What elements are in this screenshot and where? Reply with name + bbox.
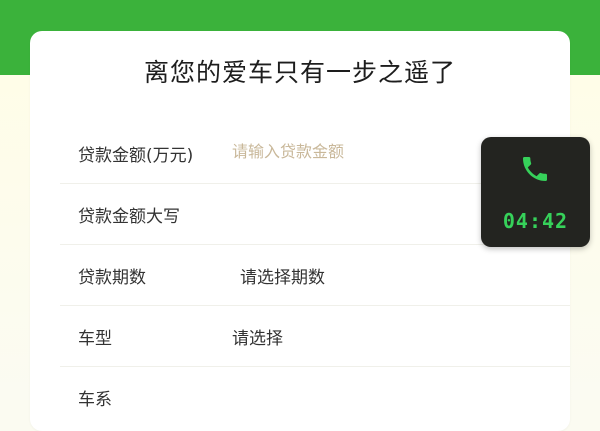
car-model-row[interactable]: 车型 请选择 [60,305,570,367]
call-widget[interactable]: 04:42 [481,137,590,247]
car-model-select[interactable]: 请选择 [232,324,283,349]
call-timer: 04:42 [502,209,569,233]
car-series-label: 车系 [78,390,112,410]
car-model-label: 车型 [78,329,112,349]
car-series-row[interactable]: 车系 [60,366,570,427]
loan-amount-label: 贷款金额(万元) [78,146,194,166]
page-title: 离您的爱车只有一步之遥了 [143,58,456,87]
loan-amount-upper-label: 贷款金额大写 [78,207,180,227]
loan-term-select[interactable]: 请选择期数 [240,263,325,288]
phone-icon [523,157,547,181]
loan-term-row[interactable]: 贷款期数 请选择期数 [60,244,570,306]
loan-term-label: 贷款期数 [78,268,146,288]
